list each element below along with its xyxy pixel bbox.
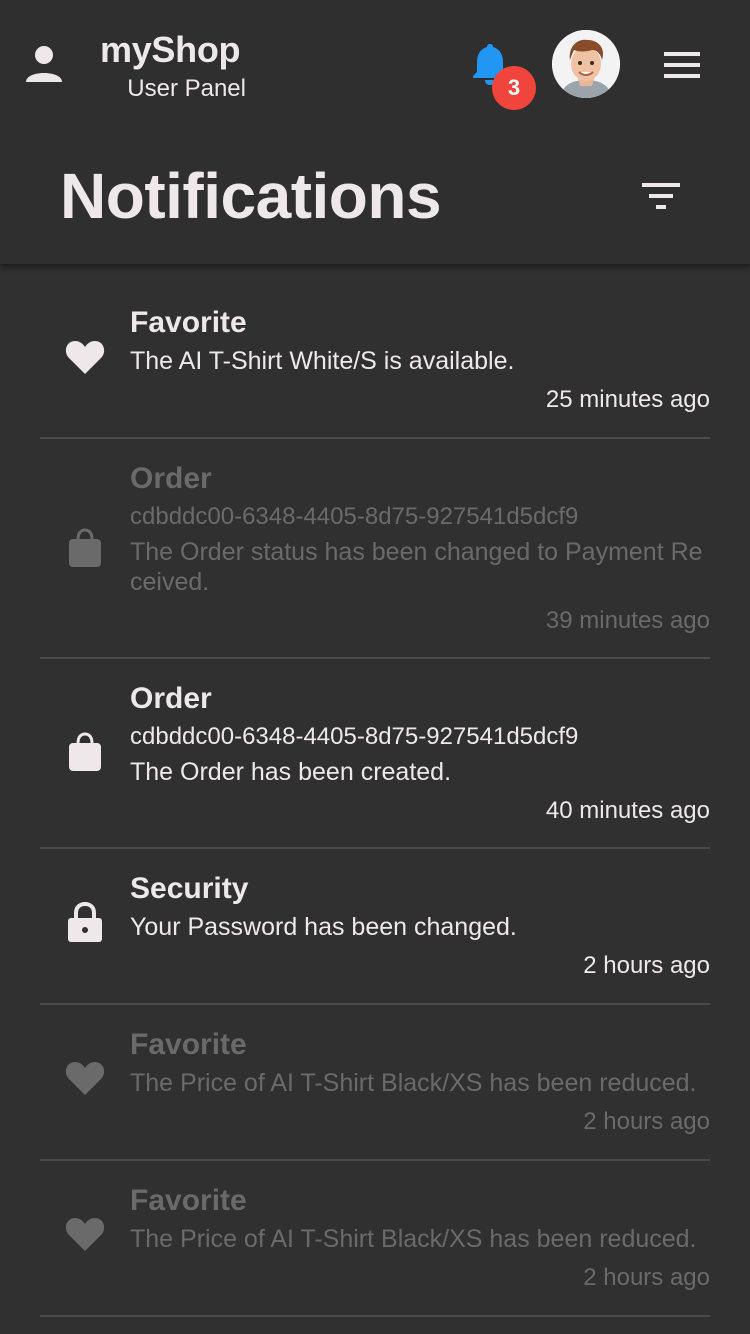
app-header: myShop User Panel 3 Notifications [0,0,750,264]
notification-time: 39 minutes ago [545,607,710,634]
notification-title: Order [130,462,212,495]
lock-icon [68,901,102,942]
page-title: Notifications [60,160,442,232]
heart-icon [65,1218,105,1251]
notification-item[interactable]: Favorite The Price of AI T-Shirt Black/X… [40,1005,710,1161]
notification-time: 25 minutes ago [545,386,710,413]
shopping-bag-icon [69,732,101,771]
filter-icon[interactable] [640,180,682,212]
notification-title: Favorite [130,1028,247,1061]
notification-message: The Price of AI T-Shirt Black/XS has bee… [130,1225,697,1253]
person-icon[interactable] [24,44,64,84]
brand: myShop User Panel [100,29,260,103]
notification-message: The Order status has been changed to Pay… [130,538,703,596]
notification-title: Security [130,872,249,905]
notification-time: 2 hours ago [583,952,710,979]
notification-title: Favorite [130,306,247,339]
hamburger-menu-icon[interactable] [662,50,702,80]
notification-count-badge: 3 [492,66,536,110]
notification-title: Favorite [130,1184,247,1217]
avatar[interactable] [552,30,620,98]
notification-time: 2 hours ago [583,1264,710,1291]
notification-item[interactable]: Security Your Password has been changed.… [40,849,710,1005]
heart-icon [65,341,105,374]
notification-item[interactable]: Order cdbddc00-6348-4405-8d75-927541d5dc… [40,659,710,849]
heart-icon [65,1062,105,1095]
order-id: cdbddc00-6348-4405-8d75-927541d5dcf9 [130,723,579,750]
notification-time: 2 hours ago [583,1108,710,1135]
notification-item[interactable]: Order cdbddc00-6348-4405-8d75-927541d5dc… [40,439,710,659]
notification-item[interactable]: Favorite The AI T-Shirt White/S is avail… [40,290,710,439]
shopping-bag-icon [69,528,101,567]
notification-message: The Price of AI T-Shirt Black/XS has bee… [130,1069,697,1097]
order-id: cdbddc00-6348-4405-8d75-927541d5dcf9 [130,503,579,530]
notification-title: Order [130,682,212,715]
notification-time: 40 minutes ago [545,797,710,824]
notification-message: Your Password has been changed. [130,913,517,941]
notification-list: Favorite The AI T-Shirt White/S is avail… [40,290,710,1317]
notification-item[interactable]: Favorite The Price of AI T-Shirt Black/X… [40,1161,710,1317]
notification-message: The Order has been created. [130,758,452,786]
notification-message: The AI T-Shirt White/S is available. [130,347,515,375]
avatar-image [552,30,620,98]
brand-subtitle: User Panel [127,75,246,102]
brand-title: myShop [100,29,241,70]
